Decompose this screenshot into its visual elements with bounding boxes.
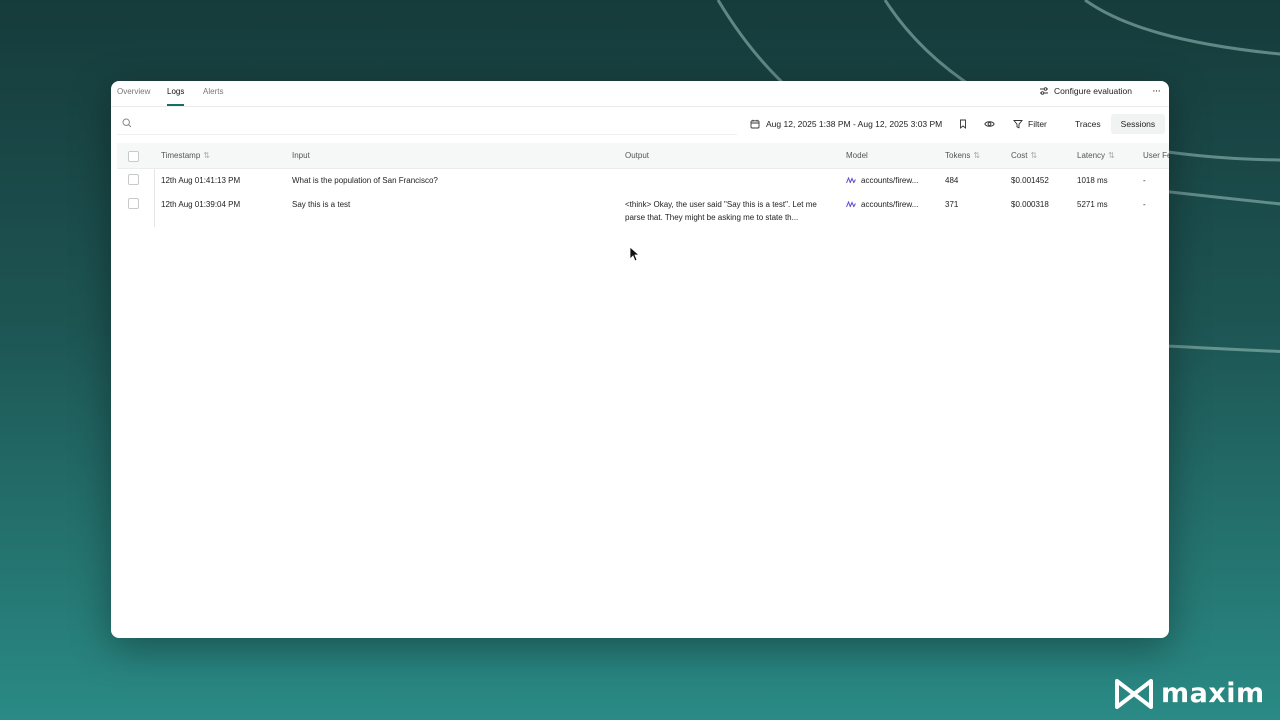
more-options-icon[interactable]: ··· [1152,85,1161,97]
column-header-tokens[interactable]: Tokens ⇅ [945,143,980,168]
maxim-logo-text: maxim [1161,678,1265,709]
configure-evaluation-button[interactable]: Configure evaluation [1039,86,1132,96]
row-checkbox[interactable] [128,198,139,209]
date-range-picker[interactable]: Aug 12, 2025 1:38 PM - Aug 12, 2025 3:03… [750,114,942,134]
filter-label: Filter [1028,119,1047,129]
column-header-cost[interactable]: Cost ⇅ [1011,143,1037,168]
logs-table: Timestamp ⇅ Input Output Model Tokens ⇅ Co… [117,143,1169,227]
view-toggle: Traces Sessions [1065,114,1166,134]
sort-icon: ⇅ [1108,151,1115,160]
configure-evaluation-label: Configure evaluation [1054,86,1132,96]
table-header: Timestamp ⇅ Input Output Model Tokens ⇅ Co… [117,143,1169,169]
user-feedback-cell: - [1143,176,1146,185]
model-name: accounts/firew... [861,200,919,209]
model-name: accounts/firew... [861,176,919,185]
date-range-label: Aug 12, 2025 1:38 PM - Aug 12, 2025 3:03… [766,119,943,129]
column-header-timestamp[interactable]: Timestamp ⇅ [161,143,210,168]
latency-cell: 1018 ms [1077,176,1108,185]
input-cell: Say this is a test [292,200,351,209]
tokens-cell: 484 [945,176,959,185]
filter-button[interactable]: Filter [1013,114,1047,134]
app-window: Overview Logs Alerts Configure evaluatio… [111,81,1169,638]
timestamp-cell: 12th Aug 01:39:04 PM [161,200,241,209]
sessions-view-button[interactable]: Sessions [1110,114,1166,134]
select-all-checkbox[interactable] [128,151,139,162]
tab-logs[interactable]: Logs [167,81,185,106]
sort-icon: ⇅ [203,151,210,160]
input-cell: What is the population of San Francisco? [292,176,438,185]
search-input[interactable] [137,116,731,134]
search-icon [122,118,132,128]
tokens-cell: 371 [945,200,959,209]
tab-overview[interactable]: Overview [117,81,150,104]
latency-cell: 5271 ms [1077,200,1108,209]
row-checkbox[interactable] [128,174,139,185]
user-feedback-cell: - [1143,200,1146,209]
column-header-latency[interactable]: Latency ⇅ [1077,143,1115,168]
sliders-icon [1040,87,1049,95]
bookmark-icon[interactable] [955,116,971,132]
column-header-input: Input [292,151,310,160]
column-header-output: Output [625,151,650,160]
column-header-model: Model [846,151,868,160]
search-bar[interactable] [117,114,737,135]
table-row[interactable]: 12th Aug 01:39:04 PM Say this is a test … [117,193,1169,227]
model-cell: accounts/firew... [846,176,918,185]
sort-icon: ⇅ [1030,151,1038,160]
column-header-user-feedback: User Fe [1143,151,1169,160]
cost-cell: $0.000318 [1011,200,1049,209]
row-divider [154,193,155,227]
maxim-logo: maxim [1115,678,1265,709]
mouse-cursor-icon [629,246,639,262]
filter-icon [1013,120,1023,129]
sort-icon: ⇅ [973,151,981,160]
cost-cell: $0.001452 [1011,176,1049,185]
maxim-logo-icon [1115,678,1153,709]
tab-bar: Overview Logs Alerts Configure evaluatio… [111,81,1169,107]
row-divider [154,169,155,193]
model-cell: accounts/firew... [846,200,918,209]
fireworks-icon [846,201,856,208]
traces-view-button[interactable]: Traces [1065,114,1111,134]
toolbar: Aug 12, 2025 1:38 PM - Aug 12, 2025 3:03… [117,114,1166,135]
table-row[interactable]: 12th Aug 01:41:13 PM What is the populat… [117,169,1169,193]
eye-icon[interactable] [981,116,997,132]
output-cell: <think> Okay, the user said "Say this is… [625,200,817,222]
calendar-icon [750,119,760,129]
tab-alerts[interactable]: Alerts [203,81,223,104]
timestamp-cell: 12th Aug 01:41:13 PM [161,176,241,185]
fireworks-icon [846,177,856,184]
